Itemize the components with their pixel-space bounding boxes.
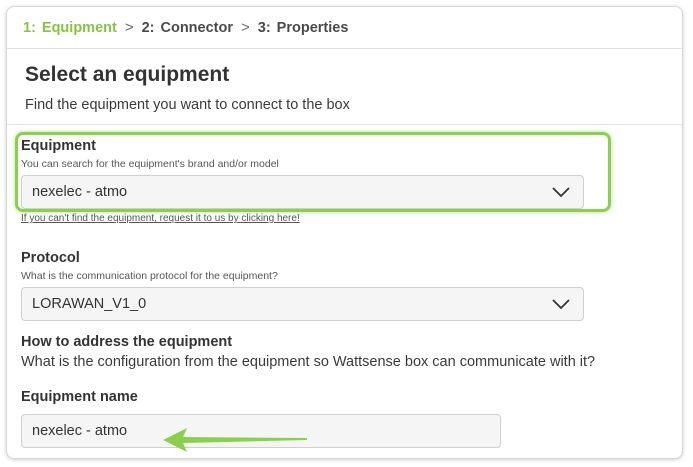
protocol-select[interactable]: LORAWAN_V1_0: [21, 287, 584, 321]
equipment-form-card: 1: Equipment > 2: Connector > 3: Properties…: [6, 6, 683, 459]
equipment-label: Equipment: [21, 138, 96, 154]
step-equipment[interactable]: 1: Equipment: [23, 20, 117, 36]
step-number: 1:: [23, 19, 36, 36]
page-header: Select an equipment Find the equipment y…: [7, 50, 682, 125]
equipment-name-value: nexelec - atmo: [32, 423, 128, 439]
chevron-down-icon: [552, 187, 570, 198]
protocol-select-value: LORAWAN_V1_0: [32, 296, 147, 312]
chevron-down-icon: [552, 299, 570, 310]
step-properties[interactable]: 3: Properties: [258, 20, 349, 36]
request-equipment-link[interactable]: If you can't find the equipment, request…: [21, 213, 300, 224]
equipment-select[interactable]: nexelec - atmo: [21, 175, 584, 209]
page-subtitle: Find the equipment you want to connect t…: [25, 97, 350, 113]
step-separator: >: [241, 19, 250, 36]
protocol-help-text: What is the communication protocol for t…: [21, 270, 278, 282]
arrow-annotation-icon: [163, 428, 307, 452]
equipment-help-text: You can search for the equipment's brand…: [21, 158, 279, 170]
page-title: Select an equipment: [25, 63, 230, 86]
addressing-description: What is the configuration from the equip…: [21, 354, 596, 370]
step-number: 2:: [141, 19, 155, 36]
step-label: Equipment: [41, 19, 117, 36]
stepper: 1: Equipment > 2: Connector > 3: Properties: [7, 7, 682, 49]
equipment-name-label: Equipment name: [21, 389, 138, 405]
protocol-label: Protocol: [21, 250, 80, 266]
step-label: Properties: [276, 19, 349, 36]
step-number: 3:: [257, 19, 271, 36]
step-separator: >: [124, 19, 134, 36]
step-label: Connector: [160, 19, 234, 36]
step-connector[interactable]: 2: Connector: [142, 20, 233, 36]
addressing-section-title: How to address the equipment: [21, 334, 233, 350]
equipment-select-value: nexelec - atmo: [32, 184, 128, 200]
